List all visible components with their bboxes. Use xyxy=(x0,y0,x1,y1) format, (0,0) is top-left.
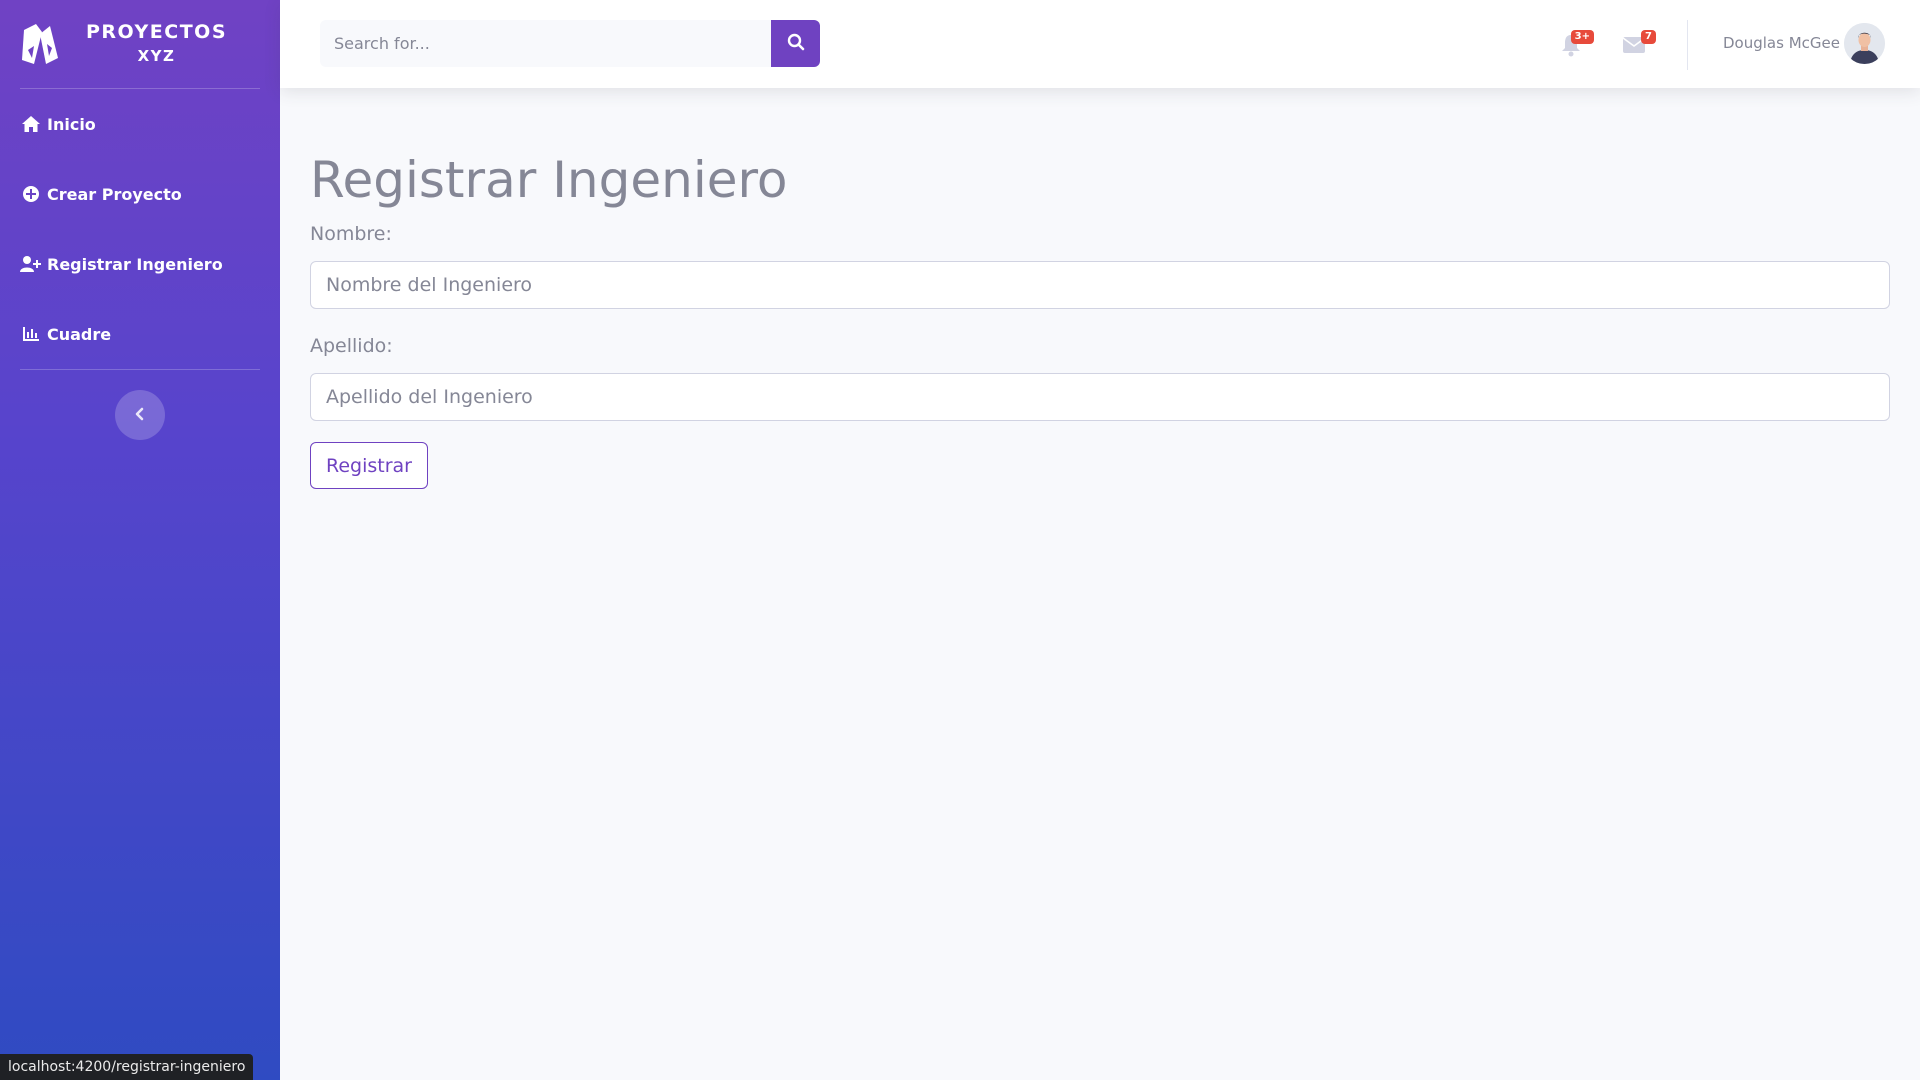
sidebar-nav: Inicio Crear Proyecto Registrar Ingenier… xyxy=(0,89,280,369)
brand-title: PROYECTOS xyxy=(86,21,228,43)
apellido-label: Apellido: xyxy=(310,335,393,357)
status-url: localhost:4200/registrar-ingeniero xyxy=(0,1054,254,1080)
topbar: 3+ 7 Douglas McGee xyxy=(280,0,1920,88)
search-button[interactable] xyxy=(771,20,820,67)
search-bar xyxy=(320,20,820,67)
sidebar-item-label: Cuadre xyxy=(47,324,112,344)
sidebar: PROYECTOS XYZ Inicio Crear Proyecto Regi… xyxy=(0,0,280,1080)
chevron-left-icon xyxy=(135,406,145,425)
sidebar-item-cuadre[interactable]: Cuadre xyxy=(0,299,280,369)
brand-logo-icon xyxy=(18,19,62,69)
messages-button[interactable]: 7 xyxy=(1622,30,1656,60)
plus-circle-icon xyxy=(20,184,42,204)
home-icon xyxy=(20,114,42,134)
search-input[interactable] xyxy=(320,20,771,67)
sidebar-toggle-wrap xyxy=(0,370,280,440)
brand-text: PROYECTOS XYZ xyxy=(86,20,227,68)
form-group-nombre: Nombre: xyxy=(310,219,1890,309)
sidebar-item-registrar-ingeniero[interactable]: Registrar Ingeniero xyxy=(0,229,280,299)
sidebar-item-label: Registrar Ingeniero xyxy=(47,254,223,274)
user-avatar[interactable] xyxy=(1844,23,1885,64)
form-group-apellido: Apellido: xyxy=(310,331,1890,421)
apellido-field[interactable] xyxy=(310,373,1890,421)
main-content: Registrar Ingeniero Nombre: Apellido: Re… xyxy=(310,145,1890,489)
page-title: Registrar Ingeniero xyxy=(310,151,788,209)
messages-badge: 7 xyxy=(1641,30,1656,44)
sidebar-item-crear-proyecto[interactable]: Crear Proyecto xyxy=(0,159,280,229)
bar-chart-icon xyxy=(20,324,42,344)
topbar-divider xyxy=(1687,20,1688,70)
sidebar-item-inicio[interactable]: Inicio xyxy=(0,89,280,159)
user-plus-icon xyxy=(20,254,42,274)
user-name[interactable]: Douglas McGee xyxy=(1723,34,1840,52)
registrar-button[interactable]: Registrar xyxy=(310,442,428,489)
sidebar-item-label: Crear Proyecto xyxy=(47,184,182,204)
sidebar-item-label: Inicio xyxy=(47,114,96,134)
sidebar-toggle-button[interactable] xyxy=(115,390,165,440)
search-icon xyxy=(787,33,805,54)
alerts-badge: 3+ xyxy=(1570,30,1594,44)
brand-subtitle: XYZ xyxy=(137,47,176,65)
brand[interactable]: PROYECTOS XYZ xyxy=(0,0,280,88)
nombre-label: Nombre: xyxy=(310,223,392,245)
alerts-button[interactable]: 3+ xyxy=(1560,30,1594,60)
nombre-field[interactable] xyxy=(310,261,1890,309)
